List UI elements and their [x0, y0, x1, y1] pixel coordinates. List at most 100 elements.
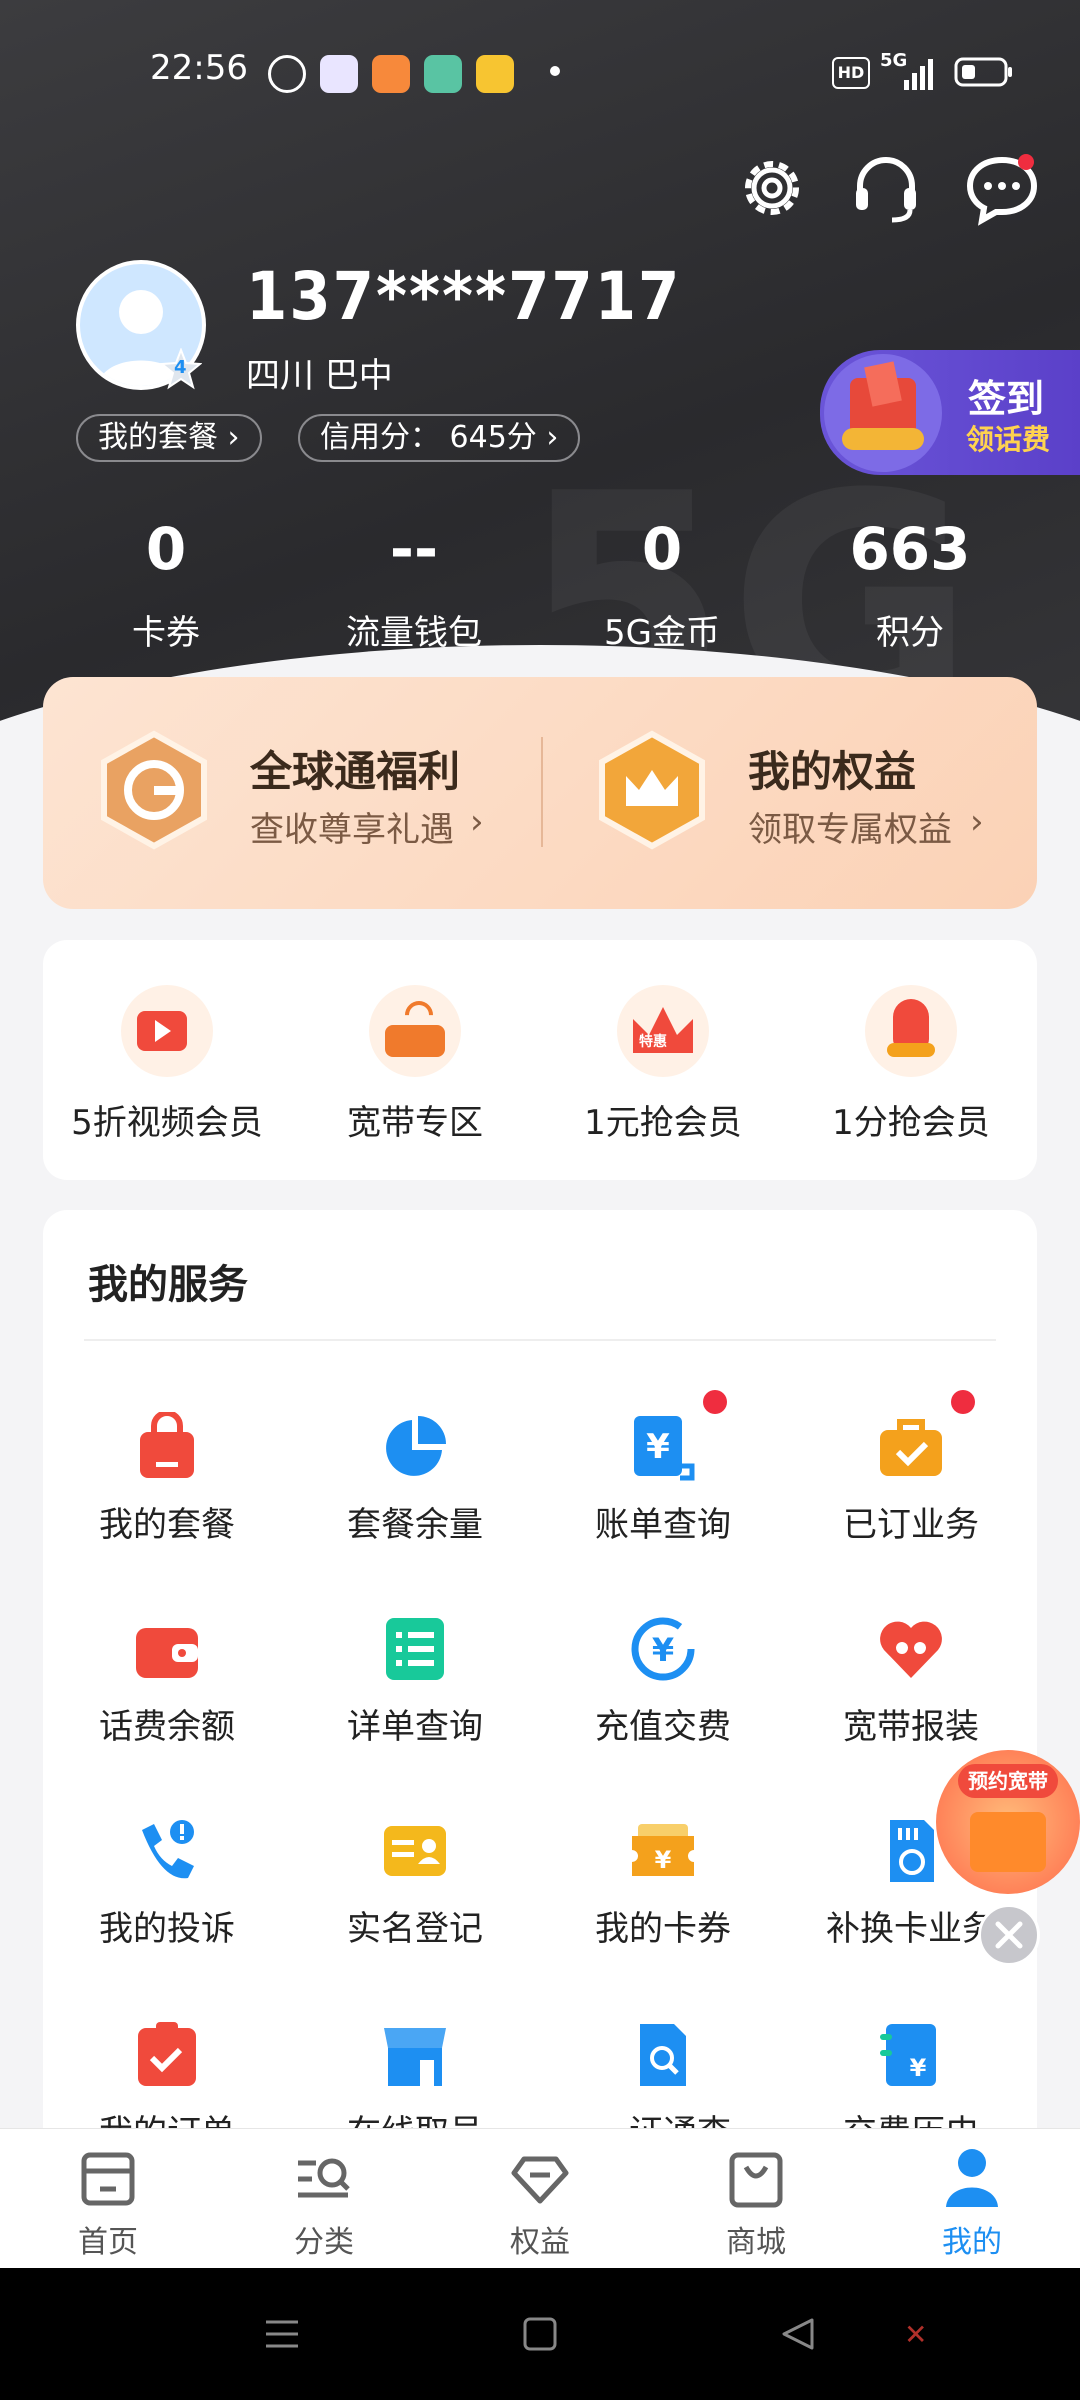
bill-yuan-icon: ¥: [634, 1416, 695, 1481]
back-triangle-icon[interactable]: [778, 2314, 818, 2354]
float-ad-label: 预约宽带: [958, 1764, 1058, 1798]
close-float-button[interactable]: [978, 1904, 1040, 1966]
document-search-icon: [640, 2024, 686, 2086]
shopping-bag-nav-icon: [729, 2152, 783, 2208]
nav-label: 首页: [78, 2225, 138, 2260]
chevron-right-icon: ›: [470, 802, 484, 842]
quick-label: 5折视频会员: [71, 1103, 263, 1143]
phone-alert-icon: [142, 1820, 194, 1879]
nav-category[interactable]: 分类: [216, 2129, 432, 2269]
level-star-badge: 4: [159, 347, 203, 390]
shopping-bag-icon: [140, 1412, 194, 1478]
phone-number: 137****7717: [246, 258, 682, 335]
payment-history-icon: ¥: [880, 2024, 936, 2086]
stat-label: 5G金币: [604, 613, 720, 653]
divider: [84, 1339, 996, 1341]
red-dot-badge: [951, 1390, 975, 1414]
coupon-ticket-icon: ¥: [632, 1824, 694, 1876]
service-label: 套餐余量: [347, 1505, 483, 1545]
svg-text:¥: ¥: [646, 1427, 670, 1467]
my-rights-title: 我的权益: [748, 747, 917, 796]
category-search-icon: [298, 2158, 350, 2198]
diamond-icon: [511, 2156, 569, 2204]
watermark-logo-icon: ✕: [904, 2318, 928, 2351]
credit-score-pill[interactable]: 信用分： 645分 ›: [298, 414, 581, 462]
quick-badge: 特惠: [639, 1034, 667, 1050]
crown-icon: 特惠: [617, 985, 709, 1077]
sign-in-title: 签到: [968, 377, 1045, 421]
service-label: 宽带报装: [843, 1707, 979, 1747]
message-bubble-icon[interactable]: [964, 150, 1040, 226]
nav-label: 分类: [294, 2225, 354, 2260]
quick-label: 1分抢会员: [832, 1103, 990, 1143]
service-label: 实名登记: [347, 1909, 483, 1949]
app-k-icon: [268, 55, 306, 93]
clipboard-check-icon: [138, 2022, 196, 2086]
nav-mall[interactable]: 商城: [648, 2129, 864, 2269]
divider: [541, 737, 543, 847]
service-label: 详单查询: [347, 1707, 483, 1747]
global-benefits-title: 全球通福利: [250, 747, 461, 796]
app-uc-icon: [372, 55, 410, 93]
battery-icon: [954, 57, 1012, 87]
list-document-icon: [386, 1618, 444, 1680]
svg-text:¥: ¥: [910, 2054, 927, 2082]
my-plan-pill[interactable]: 我的套餐 ›: [76, 414, 262, 462]
service-label: 账单查询: [595, 1505, 731, 1545]
notification-dot-icon: [550, 66, 560, 76]
hexagon-g-logo-icon: [101, 730, 207, 850]
nav-label: 商城: [726, 2225, 786, 2260]
stat-value: --: [389, 515, 439, 583]
stat-label: 卡券: [132, 613, 200, 653]
my-rights-subtitle: 领取专属权益: [748, 810, 952, 850]
video-camera-icon: [121, 985, 213, 1077]
svg-text:¥: ¥: [655, 1846, 672, 1874]
service-label: 话费余额: [99, 1707, 235, 1747]
chevron-right-icon: ›: [227, 420, 240, 455]
stat-value: 663: [849, 515, 971, 583]
stat-label: 流量钱包: [346, 613, 482, 653]
chevron-right-icon: ›: [546, 420, 559, 455]
red-dot-badge: [703, 1390, 727, 1414]
stat-label: 积分: [876, 613, 944, 653]
stat-value: 0: [145, 515, 187, 583]
sign-in-banner[interactable]: 签到 领话费: [820, 350, 1080, 475]
home-square-icon[interactable]: [520, 2314, 560, 2354]
settings-gear-icon[interactable]: [734, 150, 810, 226]
svg-text:¥: ¥: [652, 1631, 674, 1669]
service-label: 我的套餐: [99, 1505, 235, 1545]
pie-chart-icon: [386, 1416, 446, 1476]
app-shop-icon: [320, 55, 358, 93]
menu-icon[interactable]: [262, 2314, 302, 2354]
briefcase-check-icon: [880, 1419, 942, 1476]
store-front-icon: [384, 2028, 446, 2086]
gift-box-icon: [824, 354, 942, 472]
sign-in-subtitle: 领话费: [966, 423, 1051, 456]
id-card-icon: [384, 1826, 446, 1876]
user-profile-icon: [946, 2149, 998, 2207]
nav-label: 我的: [942, 2225, 1002, 2260]
global-benefits-subtitle: 查收尊享礼遇: [250, 810, 454, 850]
recharge-yuan-icon: ¥: [631, 1617, 695, 1681]
stat-value: 0: [641, 515, 683, 583]
hd-icon: HD: [832, 57, 870, 89]
broadband-reservation-float[interactable]: 预约宽带: [936, 1750, 1080, 1894]
nav-mine[interactable]: 我的: [864, 2129, 1080, 2269]
router-icon: [369, 985, 461, 1077]
nav-rights[interactable]: 权益: [432, 2129, 648, 2269]
home-icon: [81, 2152, 135, 2206]
heart-icon: [880, 1621, 942, 1678]
wallet-icon: [136, 1628, 198, 1678]
credit-score-label: 信用分： 645分: [320, 420, 537, 455]
signal-icon: [904, 59, 933, 90]
app-yellow-icon: [476, 55, 514, 93]
service-label: 充值交费: [595, 1707, 731, 1747]
nav-home[interactable]: 首页: [0, 2129, 216, 2269]
nav-label: 权益: [510, 2225, 570, 2260]
service-label: 我的卡券: [595, 1909, 731, 1949]
customer-service-headset-icon[interactable]: [848, 150, 924, 226]
level-number: 4: [174, 357, 187, 378]
quick-label: 1元抢会员: [584, 1103, 742, 1143]
chevron-right-icon: ›: [970, 802, 984, 842]
service-label: 已订业务: [843, 1505, 979, 1545]
